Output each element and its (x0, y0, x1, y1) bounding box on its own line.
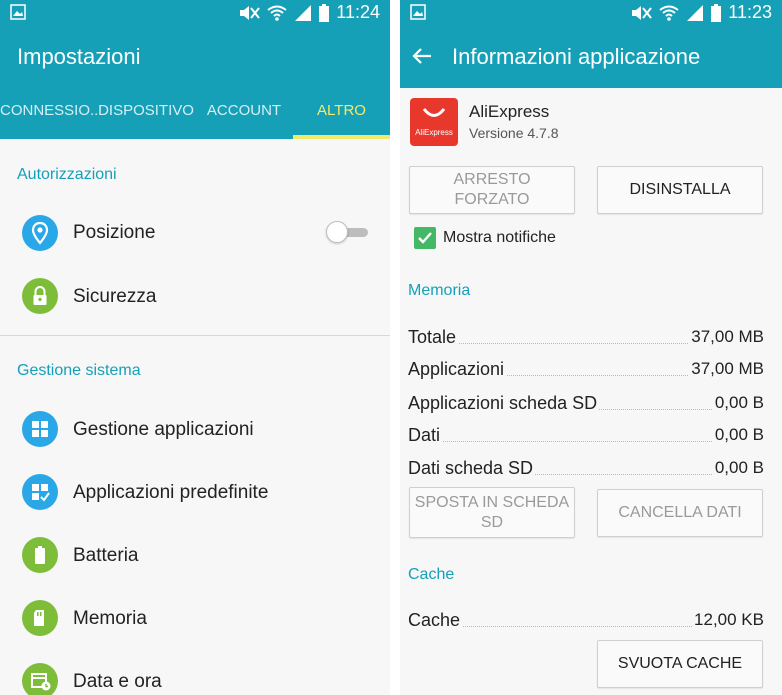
setting-data-e-ora[interactable]: Data e ora (73, 671, 162, 693)
screen-gap (390, 0, 400, 695)
tab-bar: CONNESSIO.. DISPOSITIVO ACCOUNT ALTRO (0, 88, 390, 139)
wifi-icon (659, 5, 679, 21)
memory-row-applicazioni-sd: Applicazioni scheda SD 0,00 B (408, 393, 764, 415)
check-icon (418, 232, 432, 244)
memory-value: 0,00 B (712, 393, 764, 413)
section-memoria: Memoria (408, 282, 471, 299)
memory-label: Dati (408, 425, 443, 446)
memory-value: 37,00 MB (689, 327, 764, 347)
battery-icon (711, 3, 722, 22)
tab-connessioni[interactable]: CONNESSIO.. (0, 88, 98, 139)
setting-memoria[interactable]: Memoria (73, 608, 147, 630)
status-time: 11:24 (336, 2, 380, 22)
mute-icon (632, 5, 653, 20)
app-bar: Impostazioni (0, 26, 390, 88)
show-notifications-checkbox[interactable] (414, 227, 436, 249)
page-title: Impostazioni (17, 44, 141, 69)
memory-row-applicazioni: Applicazioni 37,00 MB (408, 359, 764, 381)
row-leader (408, 441, 764, 442)
image-notification-icon (10, 4, 26, 20)
sd-card-icon (22, 600, 58, 636)
grid-check-icon (22, 474, 58, 510)
memory-row-totale: Totale 37,00 MB (408, 327, 764, 349)
aliexpress-logo: AliExpress (410, 98, 458, 146)
app-info-screen: 11:23 Informazioni applicazione AliExpre… (400, 0, 782, 695)
memory-label: Totale (408, 327, 459, 348)
clear-data-label: CANCELLA DATI (618, 504, 742, 521)
memory-label: Applicazioni (408, 359, 507, 380)
move-to-sd-label: SPOSTA IN SCHEDA SD (414, 493, 570, 531)
image-notification-icon (410, 4, 426, 20)
cache-row: Cache 12,00 KB (408, 610, 764, 632)
section-autorizzazioni: Autorizzazioni (17, 166, 117, 183)
memory-label: Applicazioni scheda SD (408, 393, 600, 414)
cache-value: 12,00 KB (692, 610, 764, 630)
mute-icon (240, 5, 261, 20)
setting-applicazioni-predefinite[interactable]: Applicazioni predefinite (73, 482, 268, 504)
move-to-sd-button[interactable]: SPOSTA IN SCHEDA SD (409, 487, 575, 538)
settings-screen: 11:24 Impostazioni CONNESSIO.. DISPOSITI… (0, 0, 390, 695)
clear-data-button[interactable]: CANCELLA DATI (597, 489, 763, 537)
grid-icon (22, 411, 58, 447)
memory-value: 37,00 MB (689, 359, 764, 379)
memory-label: Dati scheda SD (408, 458, 536, 479)
wifi-icon (267, 5, 287, 21)
uninstall-label: DISINSTALLA (629, 181, 731, 198)
status-bar: 11:23 (400, 0, 782, 26)
setting-sicurezza[interactable]: Sicurezza (73, 286, 156, 308)
section-gestione-sistema: Gestione sistema (17, 362, 141, 379)
cache-label: Cache (408, 610, 463, 631)
clear-cache-label: SVUOTA CACHE (617, 655, 743, 672)
app-bar: Informazioni applicazione (400, 26, 782, 88)
calendar-clock-icon (22, 663, 58, 695)
toggle-knob (326, 221, 348, 243)
battery-icon (22, 537, 58, 573)
tab-active-indicator (293, 135, 390, 139)
location-pin-icon (22, 215, 58, 251)
uninstall-button[interactable]: DISINSTALLA (597, 166, 763, 214)
memory-value: 0,00 B (712, 458, 764, 478)
memory-value: 0,00 B (712, 425, 764, 445)
memory-row-dati-sd: Dati scheda SD 0,00 B (408, 458, 764, 480)
force-stop-label: ARRESTO FORZATO (453, 171, 531, 208)
lock-icon (22, 278, 58, 314)
status-time: 11:23 (728, 2, 772, 22)
signal-icon (687, 4, 704, 21)
tab-dispositivo[interactable]: DISPOSITIVO (96, 88, 196, 139)
tab-account[interactable]: ACCOUNT (196, 88, 292, 139)
posizione-toggle[interactable] (326, 220, 370, 244)
force-stop-button[interactable]: ARRESTO FORZATO (409, 166, 575, 214)
show-notifications-label: Mostra notifiche (443, 229, 556, 246)
signal-icon (295, 4, 312, 21)
tab-altro[interactable]: ALTRO (293, 88, 390, 139)
logo-text: AliExpress (415, 128, 453, 137)
arrow-left-icon[interactable] (410, 44, 434, 68)
page-title: Informazioni applicazione (452, 44, 701, 69)
memory-row-dati: Dati 0,00 B (408, 425, 764, 447)
divider (0, 335, 390, 336)
setting-batteria[interactable]: Batteria (73, 545, 138, 567)
battery-icon (319, 3, 330, 22)
status-bar: 11:24 (0, 0, 390, 26)
setting-gestione-applicazioni[interactable]: Gestione applicazioni (73, 419, 254, 441)
section-cache: Cache (408, 566, 455, 583)
app-version: Versione 4.7.8 (469, 125, 559, 141)
setting-posizione[interactable]: Posizione (73, 222, 155, 244)
app-name: AliExpress (469, 102, 550, 121)
clear-cache-button[interactable]: SVUOTA CACHE (597, 640, 763, 688)
